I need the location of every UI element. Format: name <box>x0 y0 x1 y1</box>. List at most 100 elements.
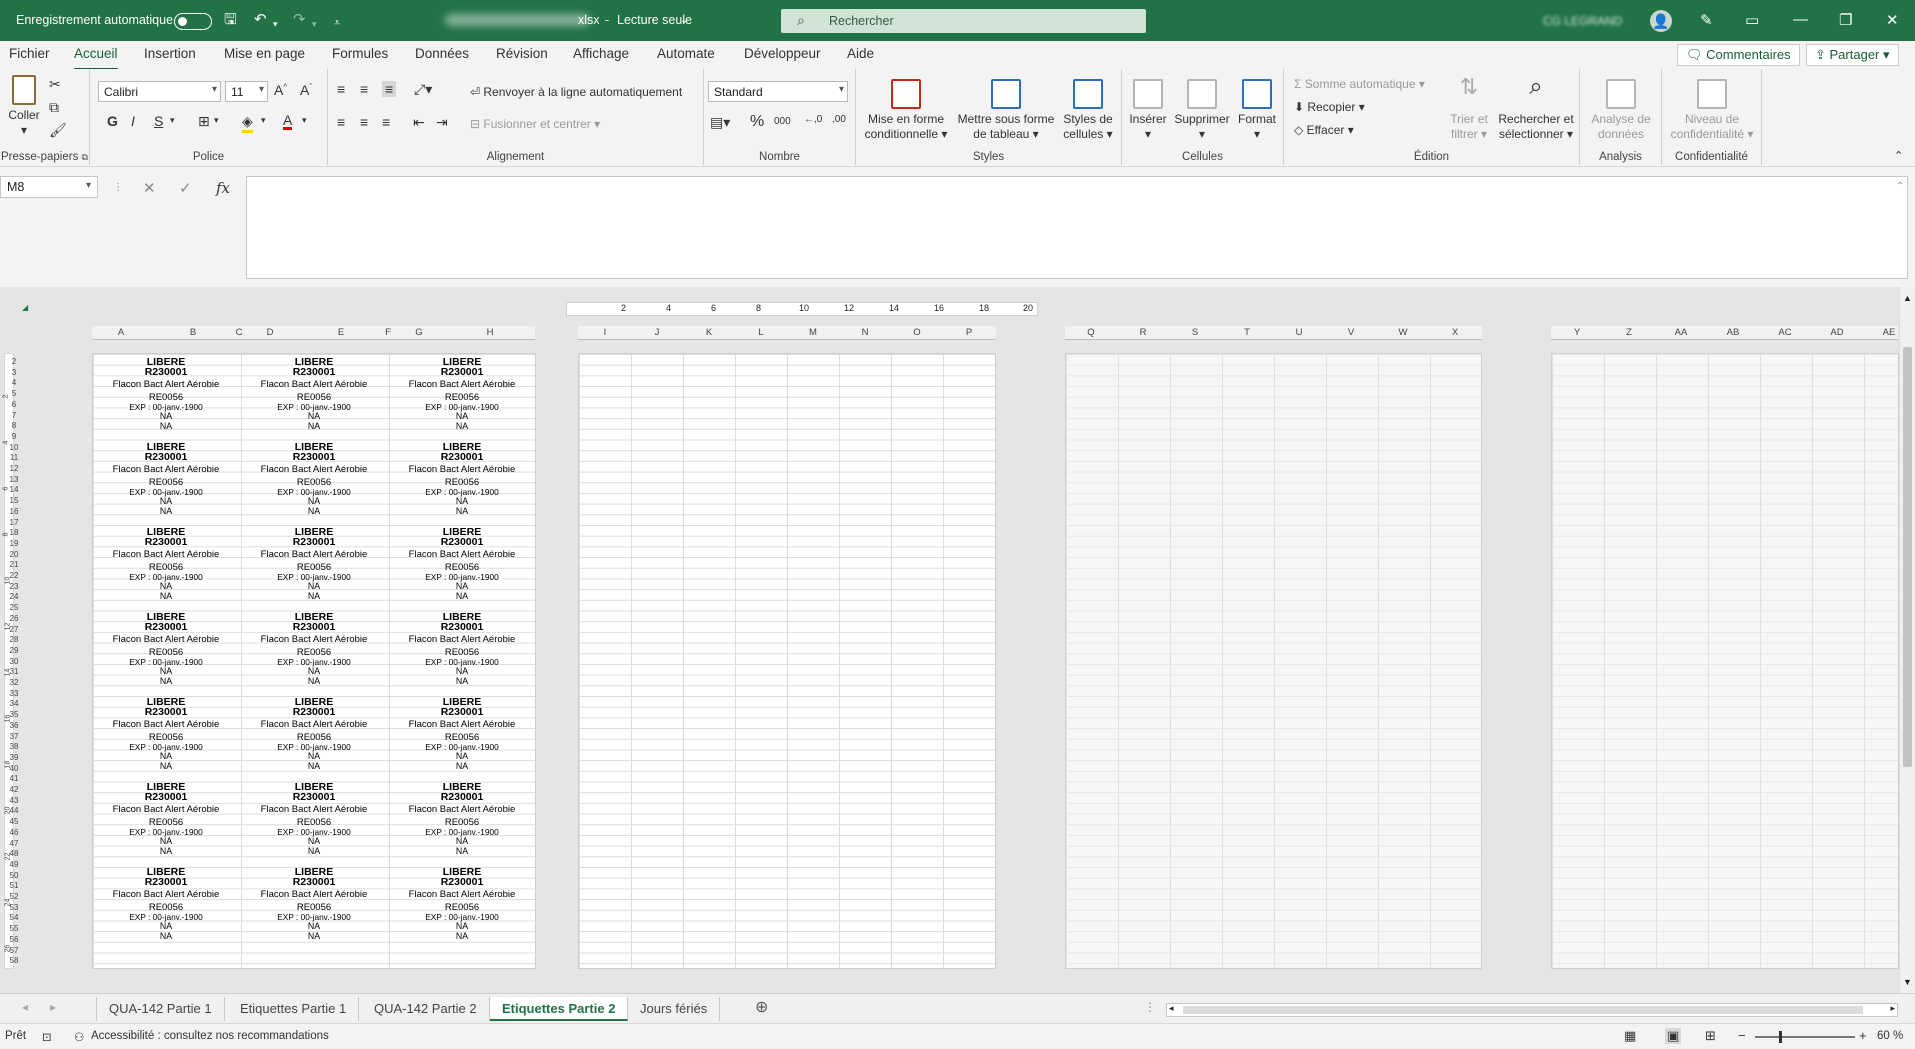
label-card[interactable]: LIBERE R230001 Flacon Bact Alert Aérobie RE… <box>92 780 240 865</box>
autosave-toggle[interactable] <box>174 13 212 30</box>
column-header[interactable]: Q <box>1087 327 1094 338</box>
add-sheet-icon[interactable]: ⊕ <box>755 997 768 1017</box>
row-header[interactable]: 29 <box>10 646 19 655</box>
tab-qua142-partie2[interactable]: QUA-142 Partie 2 <box>362 997 490 1021</box>
align-right-icon[interactable]: ≡ <box>382 114 390 130</box>
column-header[interactable]: AB <box>1727 327 1740 338</box>
column-header[interactable]: U <box>1296 327 1303 338</box>
page-layout-view-icon[interactable]: ▣ <box>1665 1028 1682 1044</box>
align-left-icon[interactable]: ≡ <box>337 114 345 130</box>
avatar-icon[interactable]: 👤 <box>1650 10 1672 32</box>
row-header[interactable]: 46 <box>10 828 19 837</box>
row-header[interactable]: 15 <box>10 496 19 505</box>
row-header[interactable]: 54 <box>10 913 19 922</box>
label-card[interactable]: LIBERE R230001 Flacon Bact Alert Aérobie RE… <box>92 525 240 610</box>
sort-filter-button[interactable]: ⇅ Trier et filtrer ▾ <box>1444 76 1494 142</box>
column-header[interactable]: W <box>1399 327 1408 338</box>
label-card[interactable]: LIBERE R230001 Flacon Bact Alert Aérobie RE… <box>92 695 240 780</box>
column-header[interactable]: R <box>1140 327 1147 338</box>
menu-affichage[interactable]: Affichage <box>573 46 629 61</box>
bold-button[interactable]: G <box>107 113 118 129</box>
decrease-indent-icon[interactable]: ⇤ <box>413 114 425 131</box>
share-button[interactable]: ⇪ Partager ▾ <box>1806 44 1899 66</box>
undo-icon[interactable]: ↶ <box>254 11 267 29</box>
label-card[interactable]: LIBERE R230001 Flacon Bact Alert Aérobie RE… <box>240 355 388 440</box>
row-header[interactable]: 4 <box>12 378 16 387</box>
close-icon[interactable]: ✕ <box>1886 11 1899 29</box>
wrap-text-button[interactable]: ⏎ Renvoyer à la ligne automatiquement <box>470 85 682 99</box>
autosum-button[interactable]: Σ Somme automatique ▾ <box>1294 77 1425 91</box>
font-color-dropdown-icon[interactable]: ▾ <box>302 115 307 126</box>
row-header[interactable]: 33 <box>10 689 19 698</box>
row-header[interactable]: 12 <box>10 464 19 473</box>
sensitivity-button[interactable]: Niveau de confidentialité ▾ <box>1666 79 1758 142</box>
zoom-in-icon[interactable]: + <box>1859 1028 1867 1043</box>
column-header[interactable]: AE <box>1883 327 1896 338</box>
increase-indent-icon[interactable]: ⇥ <box>436 114 448 131</box>
delete-button[interactable]: Supprimer ▾ <box>1172 79 1232 142</box>
column-header[interactable]: L <box>758 327 763 338</box>
expand-formula-icon[interactable]: ⌃ <box>1896 181 1904 192</box>
row-header[interactable]: 43 <box>10 796 19 805</box>
row-header[interactable]: 6 <box>12 400 16 409</box>
align-center-icon[interactable]: ≡ <box>360 114 368 130</box>
row-header[interactable]: 21 <box>10 560 19 569</box>
label-card[interactable]: LIBERE R230001 Flacon Bact Alert Aérobie RE… <box>240 525 388 610</box>
label-card[interactable]: LIBERE R230001 Flacon Bact Alert Aérobie RE… <box>388 440 536 525</box>
menu-automate[interactable]: Automate <box>657 46 715 61</box>
dialog-launcher-icon[interactable]: ⧉ <box>82 152 88 162</box>
row-header[interactable]: 10 <box>10 443 19 452</box>
column-header[interactable]: V <box>1348 327 1354 338</box>
prev-sheet-icon[interactable]: ◂ <box>22 1000 28 1014</box>
orientation-icon[interactable]: ⤢▾ <box>414 81 432 98</box>
zoom-slider[interactable] <box>1755 1031 1855 1043</box>
minimize-icon[interactable]: — <box>1793 11 1808 28</box>
column-header[interactable]: S <box>1192 327 1198 338</box>
column-header[interactable]: K <box>706 327 712 338</box>
cut-icon[interactable]: ✂ <box>49 76 61 93</box>
column-header[interactable]: D <box>267 327 274 338</box>
row-header[interactable]: 9 <box>12 432 16 441</box>
menu-aide[interactable]: Aide <box>847 46 874 61</box>
font-name-select[interactable]: Calibri <box>98 81 221 102</box>
column-header[interactable]: G <box>415 327 422 338</box>
copy-icon[interactable]: ⧉ <box>49 99 59 116</box>
column-header[interactable]: H <box>487 327 494 338</box>
row-header[interactable]: 49 <box>10 860 19 869</box>
normal-view-icon[interactable]: ▦ <box>1624 1028 1636 1044</box>
column-header[interactable]: J <box>655 327 660 338</box>
underline-button[interactable]: S <box>154 113 163 129</box>
formula-input[interactable] <box>246 176 1908 279</box>
menu-mise-en-page[interactable]: Mise en page <box>224 46 305 61</box>
column-header[interactable]: C <box>236 327 243 338</box>
next-sheet-icon[interactable]: ▸ <box>50 1000 56 1014</box>
column-header[interactable]: T <box>1244 327 1250 338</box>
restore-icon[interactable]: ❐ <box>1839 11 1852 29</box>
row-header[interactable]: 19 <box>10 539 19 548</box>
label-card[interactable]: LIBERE R230001 Flacon Bact Alert Aérobie RE… <box>388 355 536 440</box>
font-color-icon[interactable]: A <box>283 113 293 130</box>
column-header[interactable]: X <box>1452 327 1458 338</box>
pen-icon[interactable]: ✎ <box>1700 11 1713 29</box>
tab-jours-feries[interactable]: Jours fériés <box>628 997 721 1021</box>
insert-function-button[interactable]: fx <box>216 179 230 197</box>
column-header[interactable]: AC <box>1778 327 1791 338</box>
accounting-format-icon[interactable]: ▤▾ <box>710 114 730 131</box>
column-header[interactable]: Y <box>1574 327 1580 338</box>
column-header[interactable]: AD <box>1830 327 1843 338</box>
decrease-decimal-icon[interactable]: ,00 <box>832 114 846 125</box>
column-header[interactable]: B <box>190 327 196 338</box>
format-button[interactable]: Format ▾ <box>1234 79 1280 142</box>
align-middle-icon[interactable]: ≡ <box>360 81 368 97</box>
label-card[interactable]: LIBERE R230001 Flacon Bact Alert Aérobie RE… <box>240 865 388 950</box>
scroll-down-icon[interactable]: ▼ <box>1903 977 1912 987</box>
column-header[interactable]: F <box>385 327 391 338</box>
row-header[interactable]: 25 <box>10 603 19 612</box>
analyze-data-button[interactable]: Analyse de données <box>1584 79 1658 142</box>
borders-icon[interactable]: ⊞ <box>198 113 210 130</box>
align-top-icon[interactable]: ≡ <box>337 81 345 97</box>
clear-button[interactable]: ◇ Effacer ▾ <box>1294 123 1354 137</box>
menu-revision[interactable]: Révision <box>496 46 548 61</box>
scroll-left-icon[interactable]: ◂ <box>1169 1003 1174 1014</box>
collapse-ribbon-icon[interactable]: ⌃ <box>1894 149 1903 162</box>
